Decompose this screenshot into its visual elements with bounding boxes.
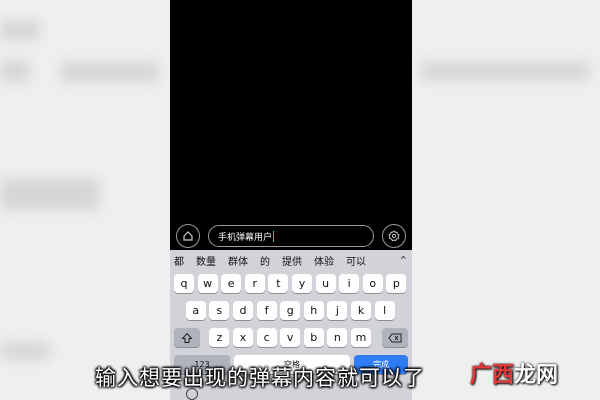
- text-caret: [273, 230, 275, 242]
- key-p[interactable]: p: [386, 274, 407, 293]
- key-x[interactable]: x: [233, 328, 253, 347]
- key-s[interactable]: s: [209, 301, 230, 320]
- candidate-word[interactable]: 可以: [346, 253, 366, 268]
- key-j[interactable]: j: [327, 301, 348, 320]
- delete-key[interactable]: [382, 328, 408, 347]
- candidate-bar: 都 数量 群体 的 提供 体验 可以 ⌃: [170, 250, 412, 270]
- chevron-up-icon[interactable]: ⌃: [399, 254, 408, 267]
- key-h[interactable]: h: [303, 301, 324, 320]
- candidate-word[interactable]: 体验: [314, 253, 334, 268]
- key-n[interactable]: n: [327, 328, 348, 347]
- key-o[interactable]: o: [362, 274, 383, 293]
- key-l[interactable]: l: [374, 301, 395, 320]
- shift-key[interactable]: [174, 328, 200, 347]
- shift-icon: [181, 332, 193, 343]
- key-d[interactable]: d: [233, 301, 253, 320]
- site-watermark: 广西 龙网: [470, 356, 596, 390]
- key-v[interactable]: v: [280, 328, 301, 347]
- key-row-2: a s d f g h j k l: [170, 301, 412, 320]
- key-b[interactable]: b: [303, 328, 324, 347]
- video-area: [170, 0, 412, 222]
- candidate-word[interactable]: 提供: [282, 253, 302, 268]
- key-m[interactable]: m: [351, 328, 371, 347]
- key-g[interactable]: g: [280, 301, 301, 320]
- candidate-word[interactable]: 的: [260, 253, 270, 268]
- key-c[interactable]: c: [256, 328, 277, 347]
- danmaku-text-field[interactable]: 手机弹幕用户: [208, 225, 374, 247]
- key-f[interactable]: f: [256, 301, 277, 320]
- backspace-icon: [388, 333, 402, 342]
- key-z[interactable]: z: [209, 328, 230, 347]
- video-subtitle: 输入想要出现的弹幕内容就可以了: [95, 366, 425, 390]
- settings-button[interactable]: [382, 224, 406, 248]
- key-row-3: z x c v b n m: [170, 328, 412, 347]
- key-e[interactable]: e: [221, 274, 242, 293]
- key-u[interactable]: u: [315, 274, 336, 293]
- key-row-1: q w e r t y u i o p: [170, 274, 412, 293]
- home-icon: [183, 231, 193, 241]
- phone-screen: 手机弹幕用户 都 数量 群体 的 提供 体验 可以 ⌃ q w e r t y …: [170, 0, 412, 400]
- candidate-word[interactable]: 数量: [196, 253, 216, 268]
- gear-icon: [388, 230, 400, 242]
- key-q[interactable]: q: [174, 274, 194, 293]
- home-button[interactable]: [176, 224, 200, 248]
- key-w[interactable]: w: [197, 274, 218, 293]
- key-y[interactable]: y: [292, 274, 312, 293]
- key-i[interactable]: i: [339, 274, 360, 293]
- site-logo-icon: 广西: [470, 363, 515, 388]
- key-t[interactable]: t: [268, 274, 289, 293]
- candidate-word[interactable]: 群体: [228, 253, 248, 268]
- key-r[interactable]: r: [244, 274, 265, 293]
- danmaku-input-bar: 手机弹幕用户: [170, 222, 412, 250]
- danmaku-text-value: 手机弹幕用户: [218, 232, 273, 243]
- candidate-word[interactable]: 都: [174, 253, 184, 268]
- watermark-text: 龙网: [514, 363, 559, 388]
- key-k[interactable]: k: [351, 301, 371, 320]
- key-a[interactable]: a: [185, 301, 206, 320]
